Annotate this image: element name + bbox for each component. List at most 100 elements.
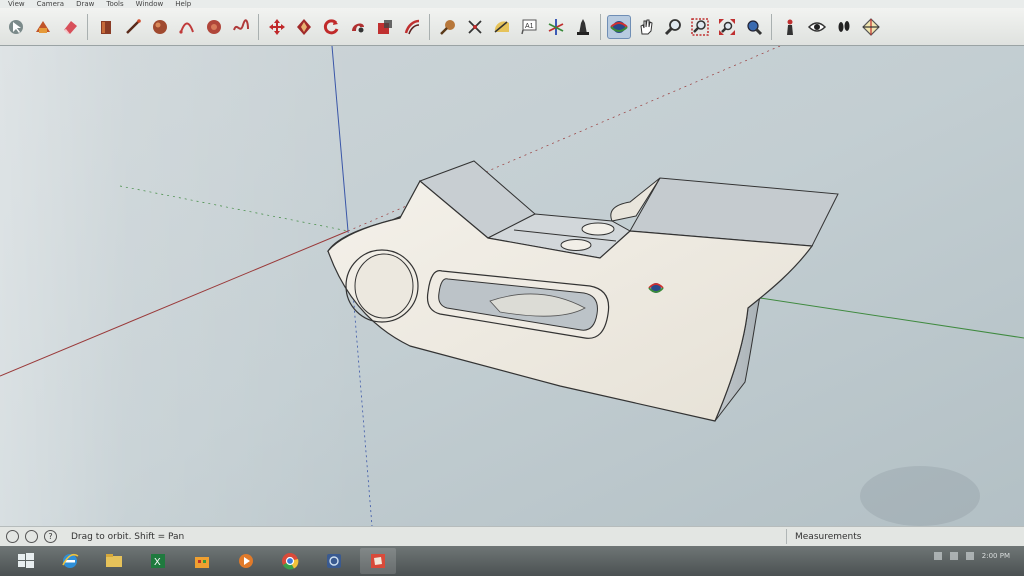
arc-button[interactable] (175, 15, 199, 39)
section-plane-button[interactable] (859, 15, 883, 39)
volume-icon[interactable] (949, 552, 958, 560)
make-component-icon (35, 20, 50, 33)
svg-text:A1: A1 (525, 23, 534, 30)
orbit-button[interactable] (606, 14, 631, 39)
sketchup-icon (371, 554, 385, 568)
protractor-button[interactable] (490, 15, 514, 39)
previous-view-icon (746, 19, 762, 35)
pan-button[interactable] (634, 15, 658, 39)
network-app-icon (327, 554, 341, 568)
rotate-button[interactable] (319, 15, 343, 39)
menu-bar: View Camera Draw Tools Window Help (0, 0, 1024, 8)
zoom-icon (664, 18, 681, 35)
geo-location-icon[interactable] (6, 530, 19, 543)
toolbar-separator (600, 13, 601, 40)
modeling-viewport[interactable] (0, 46, 1024, 526)
toolbar-separator (771, 13, 772, 40)
tape-measure-button[interactable] (436, 15, 460, 39)
push-pull-button[interactable] (292, 15, 316, 39)
eraser-button[interactable] (58, 15, 82, 39)
taskbar-media-player[interactable] (228, 548, 264, 574)
svg-text:X: X (154, 557, 161, 568)
windows-taskbar: X 2:00 PM (0, 546, 1024, 576)
start-button[interactable] (8, 548, 44, 574)
line-button[interactable] (121, 15, 145, 39)
taskbar-chrome[interactable] (272, 548, 308, 574)
taskbar-store[interactable] (184, 548, 220, 574)
system-tray: 2:00 PM (933, 552, 1010, 560)
menu-view[interactable]: View (8, 0, 25, 8)
move-button[interactable] (265, 15, 289, 39)
toolbar-separator (258, 13, 259, 40)
screen-glare (0, 46, 360, 526)
battery-icon[interactable] (965, 552, 974, 560)
menu-help[interactable]: Help (175, 0, 191, 8)
start-icon (18, 553, 34, 568)
store-icon (195, 557, 209, 568)
menu-tools[interactable]: Tools (106, 0, 123, 8)
paint-bucket-icon (100, 20, 111, 34)
follow-me-icon (351, 23, 364, 32)
look-around-button[interactable] (805, 15, 829, 39)
internet-explorer-icon (62, 553, 79, 568)
menu-camera[interactable]: Camera (37, 0, 64, 8)
select-icon (8, 19, 23, 34)
text-button[interactable]: A1 (517, 15, 541, 39)
offset-button[interactable] (400, 15, 424, 39)
model-hole-2 (560, 239, 592, 251)
scene-svg (0, 46, 1024, 526)
3d-text-button[interactable] (571, 15, 595, 39)
push-pull-icon (296, 18, 311, 35)
menu-window[interactable]: Window (136, 0, 164, 8)
walk-button[interactable] (832, 15, 856, 39)
scale-button[interactable] (373, 15, 397, 39)
taskbar-excel[interactable]: X (140, 548, 176, 574)
zoom-button[interactable] (661, 15, 685, 39)
zoom-window-button[interactable] (688, 15, 712, 39)
arc-icon (178, 22, 194, 34)
offset-icon (404, 19, 419, 34)
taskbar-file-explorer[interactable] (96, 548, 132, 574)
measurements-box[interactable]: Measurements (786, 529, 1024, 544)
taskbar-sketchup[interactable] (360, 548, 396, 574)
freehand-icon (232, 18, 249, 30)
zoom-extents-button[interactable] (715, 15, 739, 39)
select-tool-button[interactable] (4, 15, 28, 39)
help-icon[interactable]: ? (44, 530, 57, 543)
dimension-button[interactable] (463, 15, 487, 39)
measurements-label: Measurements (795, 531, 862, 542)
follow-me-button[interactable] (346, 15, 370, 39)
text-icon: A1 (520, 19, 536, 34)
large-tool-set-toolbar: A1 (0, 8, 1024, 46)
3d-text-icon (576, 18, 589, 35)
taskbar-internet-explorer[interactable] (52, 548, 88, 574)
axes-button[interactable] (544, 15, 568, 39)
previous-view-button[interactable] (742, 15, 766, 39)
zoom-window-icon (690, 17, 709, 36)
polygon-button[interactable] (202, 15, 226, 39)
rotate-icon (323, 18, 338, 34)
media-player-icon (239, 554, 253, 568)
toolbar-separator (429, 13, 430, 40)
freehand-button[interactable] (229, 15, 253, 39)
clock[interactable]: 2:00 PM (982, 552, 1010, 560)
move-icon (268, 18, 285, 35)
network-icon[interactable] (933, 552, 942, 560)
menu-draw[interactable]: Draw (76, 0, 94, 8)
taskbar-network-app[interactable] (316, 548, 352, 574)
status-bar: ? Drag to orbit. Shift = Pan Measurement… (0, 526, 1024, 546)
make-component-button[interactable] (31, 15, 55, 39)
position-camera-button[interactable] (778, 15, 802, 39)
eraser-icon (63, 20, 77, 34)
section-plane-icon (861, 17, 880, 36)
scale-icon (377, 19, 392, 34)
toolbar-separator (87, 13, 88, 40)
status-hint: Drag to orbit. Shift = Pan (71, 531, 185, 542)
zoom-extents-icon (718, 18, 735, 35)
circle-button[interactable] (148, 15, 172, 39)
paint-bucket-button[interactable] (94, 15, 118, 39)
walk-icon (838, 20, 849, 32)
protractor-icon (494, 20, 509, 33)
screen: View Camera Draw Tools Window Help A1 ? … (0, 0, 1024, 576)
credits-icon[interactable] (25, 530, 38, 543)
